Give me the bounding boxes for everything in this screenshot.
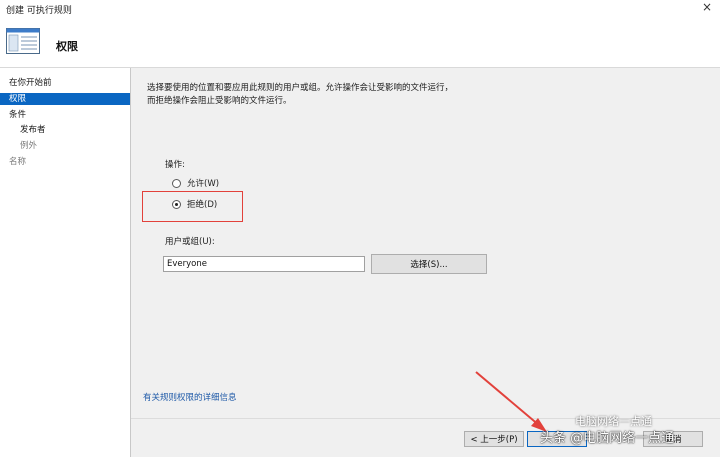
user-group-label: 用户或组(U): <box>165 237 215 247</box>
sidebar-item-permissions[interactable]: 权限 <box>0 93 130 105</box>
allow-radio-circle[interactable] <box>172 178 181 188</box>
sidebar-item-exceptions[interactable]: 例外 <box>0 140 130 152</box>
sidebar-item-conditions[interactable]: 条件 <box>0 109 130 121</box>
deny-radio-circle[interactable] <box>172 199 181 209</box>
close-icon[interactable]: × <box>702 0 712 14</box>
description-line-1: 选择要使用的位置和要应用此规则的用户或组。允许操作会让受影响的文件运行， <box>147 83 454 93</box>
action-label: 操作: <box>165 160 185 170</box>
deny-radio[interactable]: 拒绝(D) <box>172 197 217 211</box>
page-title: 权限 <box>56 40 78 53</box>
allow-radio-label: 允许(W) <box>187 179 220 189</box>
description-line-2: 而拒绝操作会阻止受影响的文件运行。 <box>147 96 292 106</box>
wizard-content: 选择要使用的位置和要应用此规则的用户或组。允许操作会让受影响的文件运行， 而拒绝… <box>131 68 720 418</box>
back-button[interactable]: < 上一步(P) <box>464 431 524 447</box>
deny-radio-label: 拒绝(D) <box>187 200 218 210</box>
wizard-header: 权限 <box>0 18 720 68</box>
window-list-icon <box>6 28 40 54</box>
sidebar-item-name[interactable]: 名称 <box>0 156 130 168</box>
user-group-field[interactable]: Everyone <box>163 256 365 272</box>
title-bar: 创建 可执行规则 × <box>0 0 720 18</box>
watermark-text: 头条 @电脑网络一点通 <box>540 431 675 446</box>
sidebar-item-publisher[interactable]: 发布者 <box>0 124 130 136</box>
help-link[interactable]: 有关规则权限的详细信息 <box>143 391 237 403</box>
wizard-sidebar: 在你开始前 权限 条件 发布者 例外 名称 <box>0 68 131 457</box>
window-title: 创建 可执行规则 <box>6 6 72 16</box>
select-button[interactable]: 选择(S)... <box>371 254 487 274</box>
allow-radio[interactable]: 允许(W) <box>172 176 219 190</box>
description: 选择要使用的位置和要应用此规则的用户或组。允许操作会让受影响的文件运行， 而拒绝… <box>147 82 453 108</box>
sidebar-item-before-you-begin[interactable]: 在你开始前 <box>0 77 130 89</box>
